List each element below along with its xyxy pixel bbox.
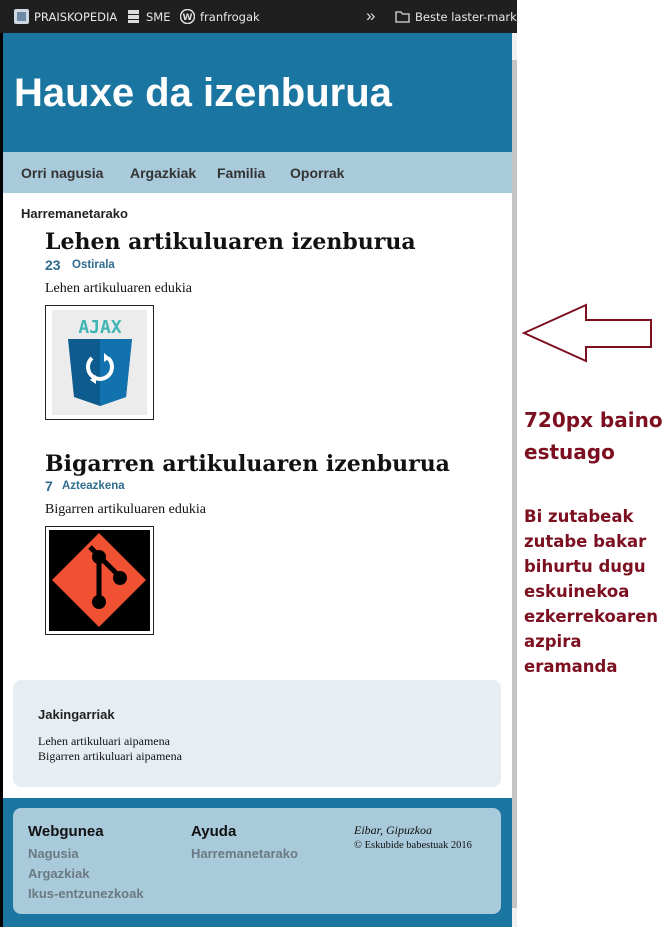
wiki-icon [14, 9, 29, 24]
nav-item-familia[interactable]: Familia [217, 165, 265, 181]
bookmark-label: Beste laster-markak [415, 9, 517, 24]
footer-heading: Webgunea [28, 823, 104, 840]
aside-box: Jakingarriak Lehen artikuluari aipamena … [13, 680, 501, 787]
footer-link-argazkiak[interactable]: Argazkiak [28, 866, 89, 881]
git-logo-icon [49, 530, 150, 631]
article-image [45, 526, 154, 635]
svg-text:W: W [183, 13, 193, 23]
footer-location: Eibar, Gipuzkoa [354, 823, 432, 837]
bookmark-praiskopedia[interactable]: PRAISKOPEDIA [14, 9, 117, 24]
site-header: Hauxe da izenburua [3, 33, 512, 152]
footer-link-harremanetarako[interactable]: Harremanetarako [191, 846, 298, 861]
arrow-left-icon [521, 303, 652, 363]
chevron-double-right-icon[interactable]: » [366, 6, 375, 26]
nav-item-orri-nagusia[interactable]: Orri nagusia [21, 165, 103, 181]
footer-link-ikus-entzunezkoak[interactable]: Ikus-entzunezkoak [28, 886, 144, 901]
article-body: Lehen artikuluaren edukia [45, 281, 192, 296]
browser-window: PRAISKOPEDIA SME W franfrogak » Beste la… [0, 0, 517, 927]
bookmark-label: PRAISKOPEDIA [34, 9, 118, 24]
bookmark-label: franfrogak [200, 9, 260, 24]
article-image: AJAX [45, 305, 154, 420]
footer-heading: Ayuda [191, 823, 237, 840]
bookmarks-bar: PRAISKOPEDIA SME W franfrogak » Beste la… [0, 0, 517, 33]
bookmark-label: SME [146, 9, 171, 24]
nav-item-oporrak[interactable]: Oporrak [290, 165, 344, 181]
footer-copyright: © Eskubide babestuak 2016 [354, 840, 472, 851]
article-title: Lehen artikuluaren izenburua [45, 229, 416, 255]
nav-item-argazkiak[interactable]: Argazkiak [130, 165, 196, 181]
article-body: Bigarren artikuluaren edukia [45, 502, 206, 517]
article-date-number: 23 [45, 257, 61, 273]
annotation-body: Bi zutabeak zutabe bakar bihurtu dugu es… [524, 507, 659, 676]
article-date-day: Azteazkena [62, 480, 125, 492]
article-date-day: Ostirala [72, 259, 115, 271]
ajax-logo-text: AJAX [78, 317, 122, 338]
ajax-logo-icon: AJAX [52, 310, 147, 415]
aside-item[interactable]: Lehen artikuluari aipamena [38, 734, 170, 749]
contact-link[interactable]: Harremanetarako [21, 206, 128, 221]
main-nav: Orri nagusia Argazkiak Familia Oporrak [3, 152, 512, 193]
aside-title: Jakingarriak [38, 707, 115, 722]
aside-item[interactable]: Bigarren artikuluari aipamena [38, 749, 182, 764]
footer-panel: Webgunea Nagusia Argazkiak Ikus-entzunez… [13, 808, 501, 914]
scrollbar-thumb[interactable] [512, 60, 517, 908]
web-page: Hauxe da izenburua Orri nagusia Argazkia… [3, 33, 512, 927]
wordpress-icon: W [179, 8, 196, 25]
site-footer: Webgunea Nagusia Argazkiak Ikus-entzunez… [3, 798, 512, 927]
footer-link-nagusia[interactable]: Nagusia [28, 846, 79, 861]
bookmark-sme[interactable]: SME [126, 9, 171, 24]
folder-icon [395, 9, 410, 24]
server-icon [126, 9, 141, 24]
article-title: Bigarren artikuluaren izenburua [45, 451, 450, 477]
annotation-heading: 720px baino estuago [524, 408, 663, 464]
bookmark-beste[interactable]: Beste laster-markak [395, 9, 517, 24]
bookmark-franfrogak[interactable]: W franfrogak [179, 8, 260, 25]
article-date-number: 7 [45, 478, 53, 494]
page-title: Hauxe da izenburua [14, 71, 392, 115]
